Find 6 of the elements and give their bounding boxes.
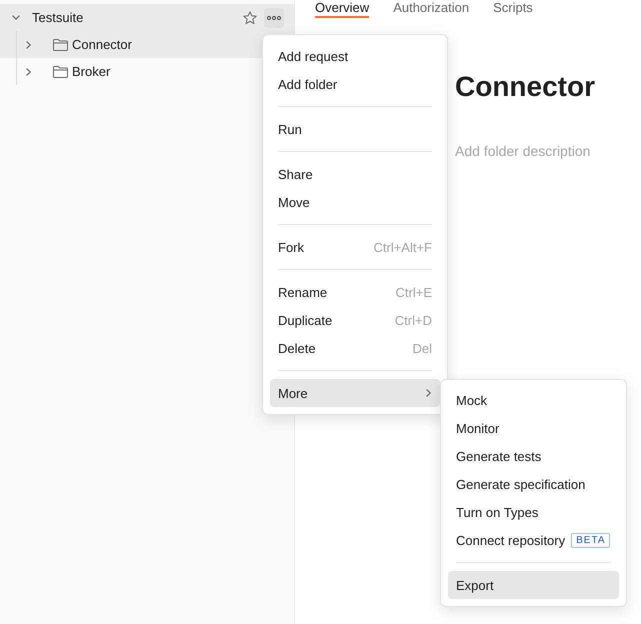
folder-title: Connector (455, 70, 596, 104)
keyboard-shortcut: Ctrl+E (396, 284, 432, 300)
beta-badge: BETA (571, 532, 610, 548)
keyboard-shortcut: Del (412, 340, 432, 356)
keyboard-shortcut: Ctrl+D (394, 312, 432, 328)
keyboard-shortcut: Ctrl+Alt+F (373, 240, 432, 254)
